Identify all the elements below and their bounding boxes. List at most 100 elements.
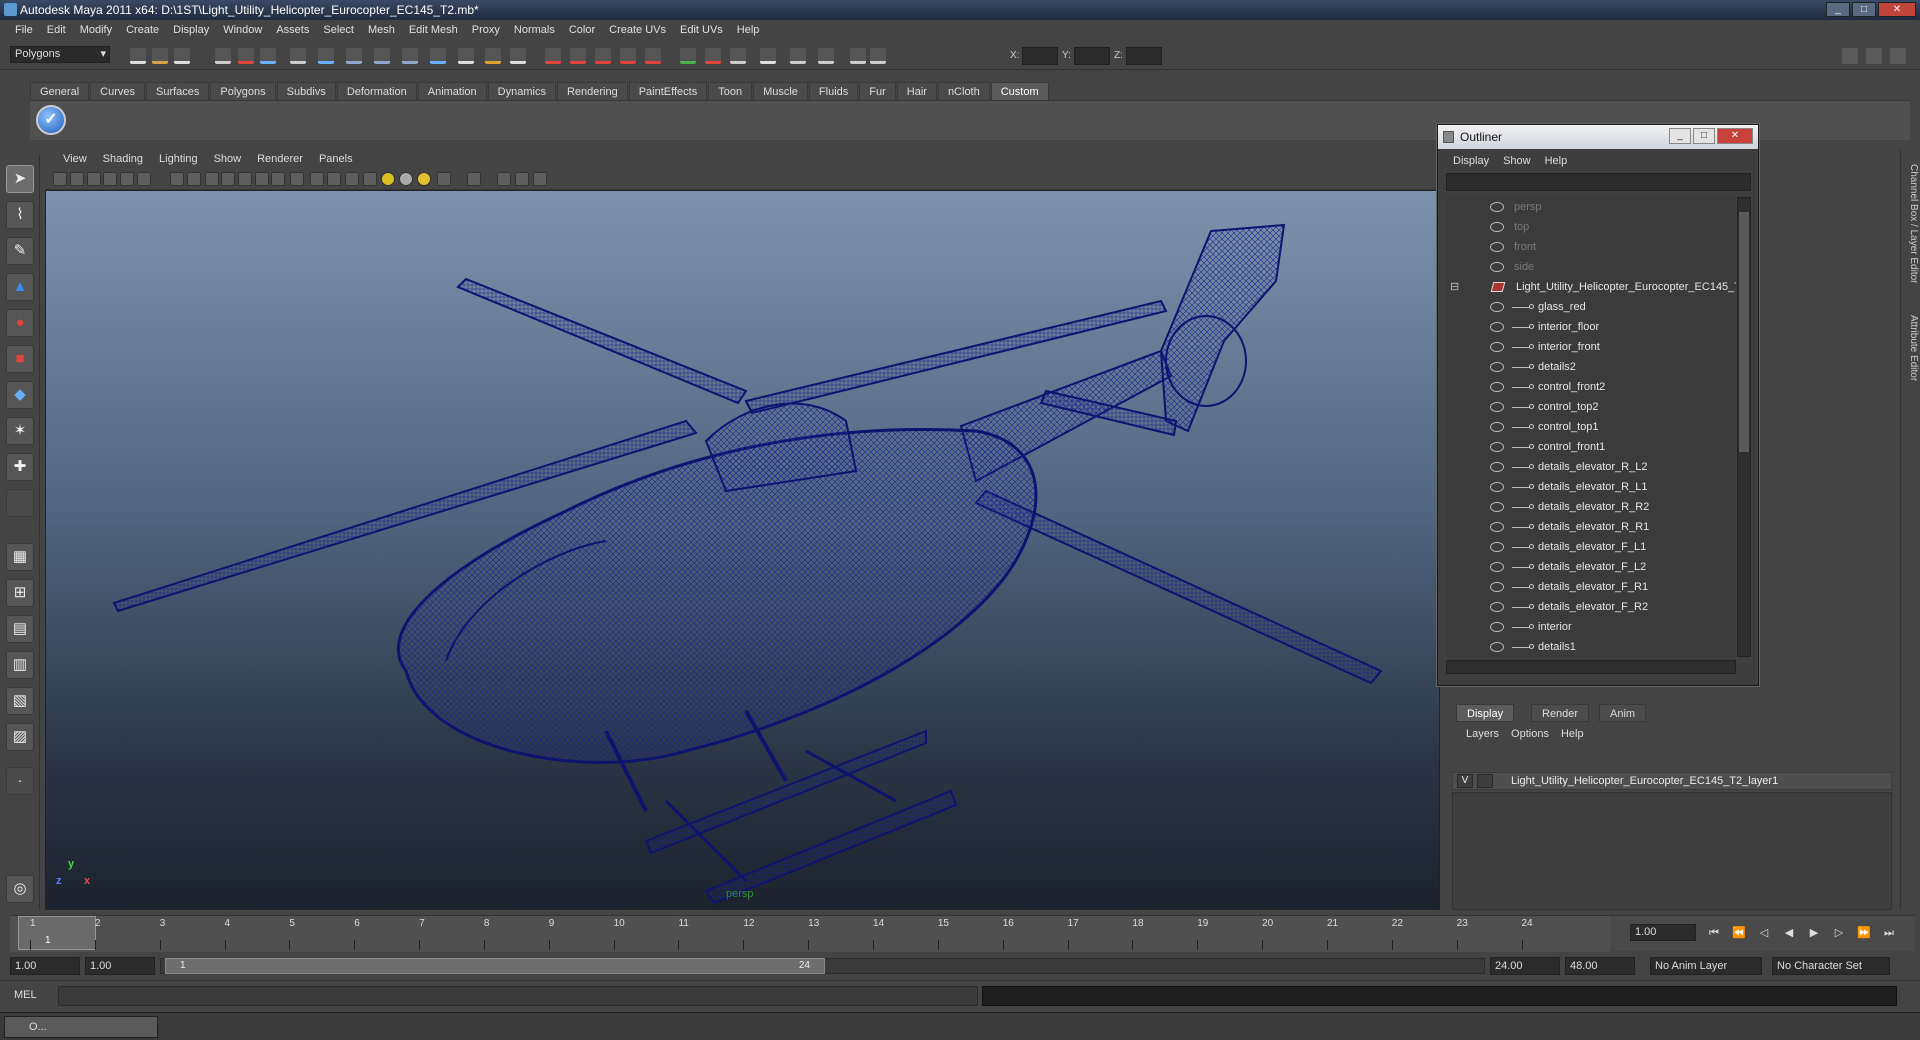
custom-layout-icon[interactable]: ▨ bbox=[6, 723, 34, 751]
scale-tool-icon[interactable]: ■ bbox=[6, 345, 34, 373]
viewport-toolbar-icon[interactable] bbox=[515, 172, 529, 186]
status-tool-icon[interactable] bbox=[174, 48, 190, 64]
tool-settings-icon[interactable] bbox=[1890, 48, 1906, 64]
outliner-titlebar[interactable]: Outliner _ □ ✕ bbox=[1438, 125, 1758, 149]
current-time-field[interactable]: 1.00 bbox=[1630, 924, 1696, 941]
outliner-vscrollbar[interactable] bbox=[1737, 197, 1751, 657]
menu-create[interactable]: Create bbox=[119, 24, 166, 36]
viewport-toolbar-icon[interactable] bbox=[417, 172, 431, 186]
minimize-button[interactable]: _ bbox=[1826, 2, 1850, 17]
perspective-viewport[interactable]: persp y x z bbox=[45, 190, 1440, 910]
status-tool-icon[interactable] bbox=[510, 48, 526, 64]
status-tool-icon[interactable] bbox=[570, 48, 586, 64]
shelf-tab-polygons[interactable]: Polygons bbox=[210, 82, 276, 100]
outliner-camera-item[interactable]: top bbox=[1446, 217, 1736, 237]
time-track[interactable]: 1 1 2 3 4 5 6 7 8 9 10 11 12 13 14 15 16 17 18 19 20 21 22 23 2… bbox=[10, 916, 1610, 952]
layer-menu-options[interactable]: Options bbox=[1505, 728, 1555, 740]
menu-select[interactable]: Select bbox=[316, 24, 361, 36]
status-tool-icon[interactable] bbox=[260, 48, 276, 64]
shelf-tab-rendering[interactable]: Rendering bbox=[556, 82, 628, 100]
status-tool-icon[interactable] bbox=[850, 48, 866, 64]
viewport-toolbar-icon[interactable] bbox=[437, 172, 451, 186]
mel-label[interactable]: MEL bbox=[14, 989, 37, 1001]
layer-tab-anim[interactable]: Anim bbox=[1599, 704, 1647, 722]
shelf-tab-toon[interactable]: Toon bbox=[708, 82, 753, 100]
viewport-toolbar-icon[interactable] bbox=[187, 172, 201, 186]
render-view-icon[interactable]: ◎ bbox=[6, 875, 34, 903]
menu-window[interactable]: Window bbox=[216, 24, 269, 36]
step-forward-frame-button[interactable]: ▷ bbox=[1830, 925, 1848, 941]
shelf-tab-ncloth[interactable]: nCloth bbox=[937, 82, 990, 100]
viewport-toolbar-icon[interactable] bbox=[271, 172, 285, 186]
menu-edit-mesh[interactable]: Edit Mesh bbox=[402, 24, 465, 36]
outliner-mesh-item[interactable]: details_elevator_R_L1 bbox=[1446, 477, 1736, 497]
outliner-maximize-button[interactable]: □ bbox=[1693, 128, 1715, 144]
outliner-mesh-item[interactable]: control_front1 bbox=[1446, 437, 1736, 457]
outliner-mesh-item[interactable]: details_elevator_R_R2 bbox=[1446, 497, 1736, 517]
rotate-tool-icon[interactable]: ● bbox=[6, 309, 34, 337]
menu-file[interactable]: File bbox=[8, 24, 40, 36]
hypershade-layout-icon[interactable]: ▧ bbox=[6, 687, 34, 715]
menu-color[interactable]: Color bbox=[562, 24, 602, 36]
status-tool-icon[interactable] bbox=[130, 48, 146, 64]
shelf-tab-fur[interactable]: Fur bbox=[859, 82, 896, 100]
outliner-mesh-item[interactable]: interior_front bbox=[1446, 337, 1736, 357]
single-view-layout-icon[interactable]: ▦ bbox=[6, 543, 34, 571]
menu-mesh[interactable]: Mesh bbox=[361, 24, 402, 36]
menu-set-selector[interactable]: Polygons bbox=[10, 46, 110, 63]
lasso-tool-icon[interactable]: ⌇ bbox=[6, 201, 34, 229]
last-tool-icon[interactable] bbox=[6, 489, 34, 517]
viewport-toolbar-icon[interactable] bbox=[467, 172, 481, 186]
step-back-key-button[interactable]: ⏪ bbox=[1730, 925, 1748, 941]
viewport-toolbar-icon[interactable] bbox=[238, 172, 252, 186]
viewport-menu-renderer[interactable]: Renderer bbox=[249, 153, 311, 165]
menu-modify[interactable]: Modify bbox=[73, 24, 119, 36]
viewport-menu-lighting[interactable]: Lighting bbox=[151, 153, 206, 165]
viewport-toolbar-icon[interactable] bbox=[170, 172, 184, 186]
outliner-mesh-item[interactable]: control_front2 bbox=[1446, 377, 1736, 397]
soft-mod-icon[interactable]: ✶ bbox=[6, 417, 34, 445]
viewport-menu-shading[interactable]: Shading bbox=[95, 153, 151, 165]
viewport-toolbar-icon[interactable] bbox=[497, 172, 511, 186]
status-tool-icon[interactable] bbox=[402, 48, 418, 64]
channel-box-toggle-icon[interactable] bbox=[1866, 48, 1882, 64]
character-set-dropdown[interactable]: No Character Set bbox=[1772, 957, 1890, 975]
status-tool-icon[interactable] bbox=[215, 48, 231, 64]
outliner-root-item[interactable]: ⊟ Light_Utility_Helicopter_Eurocopter_EC1… bbox=[1446, 277, 1736, 297]
status-tool-icon[interactable] bbox=[595, 48, 611, 64]
outliner-mesh-item[interactable]: details_elevator_F_R1 bbox=[1446, 577, 1736, 597]
status-tool-icon[interactable] bbox=[485, 48, 501, 64]
viewport-toolbar-icon[interactable] bbox=[221, 172, 235, 186]
attribute-editor-tab[interactable]: Attribute Editor bbox=[1903, 315, 1919, 381]
shelf-tab-deformation[interactable]: Deformation bbox=[336, 82, 417, 100]
outliner-mesh-item[interactable]: details_elevator_R_R1 bbox=[1446, 517, 1736, 537]
viewport-toolbar-icon[interactable] bbox=[137, 172, 151, 186]
play-forwards-button[interactable]: ▶ bbox=[1805, 925, 1823, 941]
layer-tab-render[interactable]: Render bbox=[1531, 704, 1590, 722]
layer-visibility-toggle[interactable]: V bbox=[1457, 774, 1473, 788]
graph-persp-layout-icon[interactable]: ▥ bbox=[6, 651, 34, 679]
shelf-tab-dynamics[interactable]: Dynamics bbox=[487, 82, 556, 100]
layer-tab-display[interactable]: Display bbox=[1456, 704, 1515, 722]
viewport-toolbar-icon[interactable] bbox=[290, 172, 304, 186]
move-tool-icon[interactable]: ▲ bbox=[6, 273, 34, 301]
outliner-mesh-item[interactable]: interior bbox=[1446, 617, 1736, 637]
status-tool-icon[interactable] bbox=[818, 48, 834, 64]
status-tool-icon[interactable] bbox=[430, 48, 446, 64]
viewport-toolbar-icon[interactable] bbox=[327, 172, 341, 186]
status-tool-icon[interactable] bbox=[152, 48, 168, 64]
collapse-icon[interactable]: ⊟ bbox=[1450, 277, 1459, 297]
z-field[interactable] bbox=[1126, 47, 1162, 65]
outliner-mesh-item[interactable]: details_elevator_R_L2 bbox=[1446, 457, 1736, 477]
viewport-toolbar-icon[interactable] bbox=[381, 172, 395, 186]
shelf-tab-muscle[interactable]: Muscle bbox=[753, 82, 808, 100]
viewport-toolbar-icon[interactable] bbox=[87, 172, 101, 186]
status-tool-icon[interactable] bbox=[545, 48, 561, 64]
status-tool-icon[interactable] bbox=[346, 48, 362, 64]
shelf-tab-surfaces[interactable]: Surfaces bbox=[145, 82, 210, 100]
layer-menu-layers[interactable]: Layers bbox=[1460, 728, 1505, 740]
outliner-filter-field[interactable] bbox=[1446, 173, 1751, 191]
viewport-toolbar-icon[interactable] bbox=[205, 172, 219, 186]
status-tool-icon[interactable] bbox=[645, 48, 661, 64]
menu-normals[interactable]: Normals bbox=[507, 24, 562, 36]
